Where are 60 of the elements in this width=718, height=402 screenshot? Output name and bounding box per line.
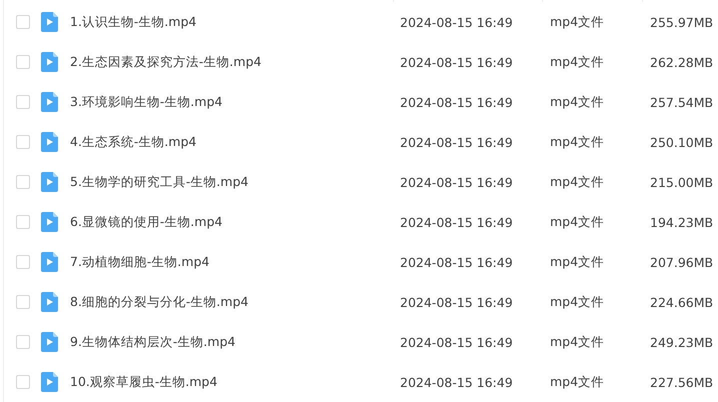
file-size: 194.23MB <box>650 214 710 230</box>
video-file-icon <box>41 92 58 112</box>
file-size: 257.54MB <box>650 94 710 110</box>
file-name[interactable]: 10.观察草履虫-生物.mp4 <box>70 374 388 390</box>
file-size: 227.56MB <box>650 374 710 390</box>
file-type: mp4文件 <box>550 174 606 190</box>
checkbox[interactable] <box>16 375 30 389</box>
video-file-icon <box>41 252 58 272</box>
file-size: 255.97MB <box>650 14 710 30</box>
modified-date: 2024-08-15 16:49 <box>400 214 514 230</box>
file-size: 262.28MB <box>650 54 710 70</box>
file-name[interactable]: 1.认识生物-生物.mp4 <box>70 14 388 30</box>
file-size: 249.23MB <box>650 334 710 350</box>
checkbox[interactable] <box>16 95 30 109</box>
file-type: mp4文件 <box>550 374 606 390</box>
file-name[interactable]: 2.生态因素及探究方法-生物.mp4 <box>70 54 388 70</box>
file-name[interactable]: 3.环境影响生物-生物.mp4 <box>70 94 388 110</box>
checkbox[interactable] <box>16 135 30 149</box>
file-type: mp4文件 <box>550 214 606 230</box>
file-name[interactable]: 4.生态系统-生物.mp4 <box>70 134 388 150</box>
modified-date: 2024-08-15 16:49 <box>400 174 514 190</box>
file-size: 215.00MB <box>650 174 710 190</box>
file-size: 207.96MB <box>650 254 710 270</box>
modified-date: 2024-08-15 16:49 <box>400 134 514 150</box>
video-file-icon <box>41 172 58 192</box>
video-file-icon <box>41 332 58 352</box>
file-type: mp4文件 <box>550 134 606 150</box>
video-file-icon <box>41 372 58 392</box>
video-file-icon <box>41 12 58 32</box>
modified-date: 2024-08-15 16:49 <box>400 254 514 270</box>
checkbox[interactable] <box>16 255 30 269</box>
file-type: mp4文件 <box>550 94 606 110</box>
modified-date: 2024-08-15 16:49 <box>400 374 514 390</box>
file-name[interactable]: 6.显微镜的使用-生物.mp4 <box>70 214 388 230</box>
modified-date: 2024-08-15 16:49 <box>400 94 514 110</box>
modified-date: 2024-08-15 16:49 <box>400 294 514 310</box>
file-type: mp4文件 <box>550 254 606 270</box>
file-size: 250.10MB <box>650 134 710 150</box>
video-file-icon <box>41 52 58 72</box>
checkbox[interactable] <box>16 295 30 309</box>
video-file-icon <box>41 292 58 312</box>
file-type: mp4文件 <box>550 54 606 70</box>
file-name[interactable]: 5.生物学的研究工具-生物.mp4 <box>70 174 388 190</box>
modified-date: 2024-08-15 16:49 <box>400 54 514 70</box>
file-type: mp4文件 <box>550 334 606 350</box>
checkbox[interactable] <box>16 55 30 69</box>
file-name[interactable]: 7.动植物细胞-生物.mp4 <box>70 254 388 270</box>
file-size: 224.66MB <box>650 294 710 310</box>
file-name[interactable]: 9.生物体结构层次-生物.mp4 <box>70 334 388 350</box>
file-type: mp4文件 <box>550 294 606 310</box>
video-file-icon <box>41 132 58 152</box>
checkbox[interactable] <box>16 215 30 229</box>
checkbox[interactable] <box>16 335 30 349</box>
checkbox[interactable] <box>16 175 30 189</box>
video-file-icon <box>41 212 58 232</box>
modified-date: 2024-08-15 16:49 <box>400 334 514 350</box>
file-type: mp4文件 <box>550 14 606 30</box>
file-name[interactable]: 8.细胞的分裂与分化-生物.mp4 <box>70 294 388 310</box>
checkbox[interactable] <box>16 15 30 29</box>
modified-date: 2024-08-15 16:49 <box>400 14 514 30</box>
